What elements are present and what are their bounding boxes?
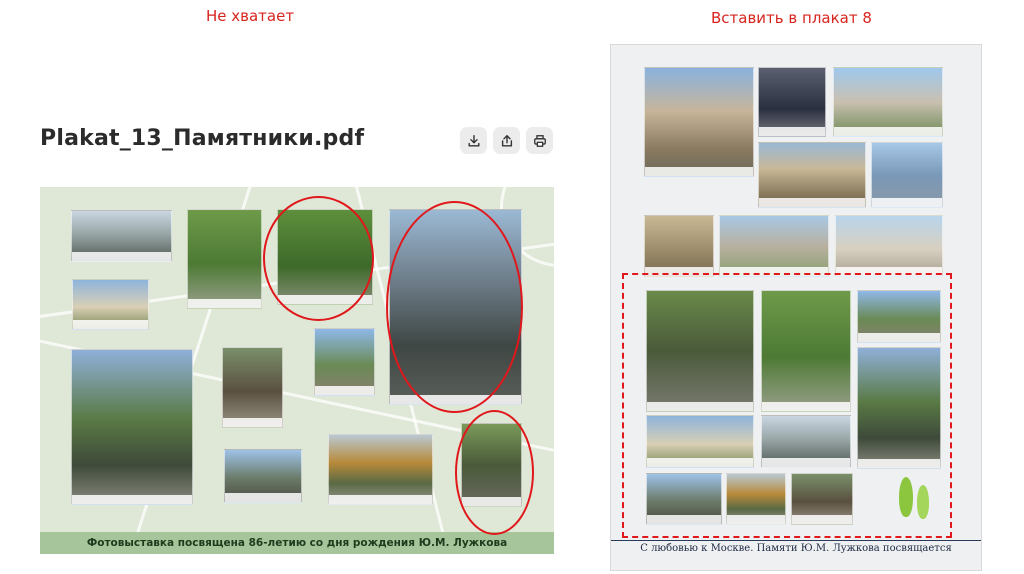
monument-photo xyxy=(328,434,433,505)
annotation-missing-label: Не хватает xyxy=(206,7,295,25)
monument-photo xyxy=(71,210,172,262)
download-icon xyxy=(467,134,480,147)
print-button[interactable] xyxy=(526,127,553,154)
university-photo xyxy=(871,142,943,208)
share-icon xyxy=(501,134,512,147)
poster-footer-text: Фотовыставка посвящена 86-летию со дня р… xyxy=(86,537,508,549)
print-icon xyxy=(533,134,546,147)
university-photo xyxy=(644,67,754,177)
monument-photo xyxy=(72,279,149,330)
university-photo xyxy=(833,67,943,137)
reference-poster-footer: С любовью к Москве. Памяти Ю.М. Лужкова … xyxy=(611,540,981,556)
monument-photo xyxy=(71,349,193,505)
annotation-insert-label: Вставить в плакат 8 xyxy=(711,9,872,27)
annotation-circle xyxy=(386,201,523,413)
university-photo xyxy=(758,67,826,137)
monument-photo xyxy=(187,209,262,309)
poster-footer: Фотовыставка посвящена 86-летию со дня р… xyxy=(40,532,554,554)
share-button[interactable] xyxy=(493,127,520,154)
annotation-circle xyxy=(263,196,374,321)
monument-photo xyxy=(224,449,302,503)
annotation-circle xyxy=(455,410,534,535)
university-photo xyxy=(835,215,943,277)
monument-photo xyxy=(222,347,283,428)
university-photo xyxy=(719,215,829,277)
reference-poster-footer-text: С любовью к Москве. Памяти Ю.М. Лужкова … xyxy=(640,543,952,554)
monument-photo xyxy=(314,328,375,396)
download-button[interactable] xyxy=(460,127,487,154)
university-photo xyxy=(758,142,866,208)
annotation-dashed-box xyxy=(622,273,952,538)
file-title: Plakat_13_Памятники.pdf xyxy=(40,126,365,151)
university-photo xyxy=(644,215,714,277)
